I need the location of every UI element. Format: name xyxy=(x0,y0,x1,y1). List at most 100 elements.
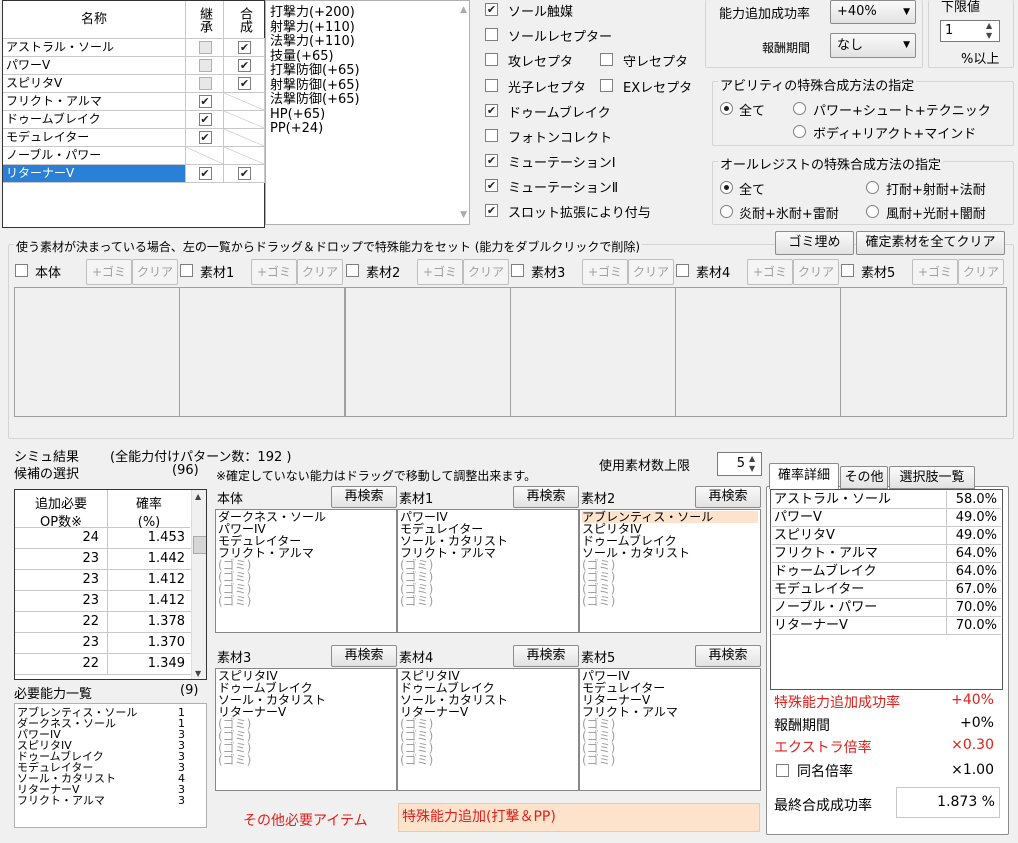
inherit-cell[interactable]: ✔ xyxy=(186,111,224,129)
detail-name[interactable]: リターナーV xyxy=(772,617,947,635)
inherit-checkbox[interactable]: ✔ xyxy=(198,95,212,108)
def-receptor-checkbox[interactable] xyxy=(600,53,613,66)
detail-tab[interactable]: その他 xyxy=(840,466,888,489)
detail-rate[interactable]: 70.0% xyxy=(947,599,1001,617)
clear-button[interactable]: クリア xyxy=(793,259,839,285)
inherit-cell[interactable]: ✔ xyxy=(186,93,224,111)
result-pane-list[interactable]: スピリタIV ドゥームブレイク ソール・カタリスト リターナーV (ゴミ) (ゴミ) (ゴミ… xyxy=(215,668,397,791)
synth-checkbox[interactable]: ✔ xyxy=(238,167,251,180)
inherit-checkbox[interactable] xyxy=(198,59,212,72)
scroll-up-icon[interactable]: ▲ xyxy=(460,5,467,15)
candidate-scrollbar[interactable]: ▲ ▼ xyxy=(191,490,206,679)
pane-junk-item[interactable]: (ゴミ) xyxy=(582,595,758,607)
resist-all-radio[interactable] xyxy=(720,181,733,194)
slot-checkbox[interactable] xyxy=(841,264,854,277)
ability-row-name[interactable]: フリクト・アルマ xyxy=(3,93,186,111)
ability-opt2-radio[interactable] xyxy=(793,125,806,138)
candidate-rate[interactable]: 1.412 xyxy=(108,570,191,591)
pane-junk-item[interactable]: (ゴミ) xyxy=(218,754,394,766)
detail-name[interactable]: アストラル・ソール xyxy=(772,491,947,509)
ability-row-name[interactable]: ドゥームブレイク xyxy=(3,111,186,129)
synth-checkbox[interactable]: ✔ xyxy=(238,77,251,90)
candidate-rate[interactable]: 1.442 xyxy=(108,549,191,570)
add-junk-button[interactable]: +ゴミ xyxy=(251,259,297,285)
synth-cell[interactable]: ✔ xyxy=(224,39,265,57)
ability-all-radio[interactable] xyxy=(720,102,733,115)
result-pane-list[interactable]: パワーIV モデュレイター ソール・カタリスト フリクト・アルマ (ゴミ) (ゴミ) (ゴミ… xyxy=(397,509,579,633)
clear-all-button[interactable]: 確定素材を全てクリア xyxy=(856,231,1005,255)
research-button[interactable]: 再検索 xyxy=(695,486,761,508)
ability-row-name[interactable]: モデュレイター xyxy=(3,129,186,147)
inherit-checkbox[interactable]: ✔ xyxy=(198,131,212,144)
candidate-rate[interactable]: 1.349 xyxy=(108,654,191,675)
research-button[interactable]: 再検索 xyxy=(513,645,579,667)
result-pane-list[interactable]: アブレンティス・ソール スピリタIV ドゥームブレイク ソール・カタリスト (ゴミ) (ゴ… xyxy=(579,509,761,633)
detail-rate[interactable]: 58.0% xyxy=(947,491,1001,509)
scroll-up-icon[interactable]: ▲ xyxy=(195,492,201,501)
inherit-cell[interactable]: ✔ xyxy=(186,129,224,147)
detail-name[interactable]: ノーブル・パワー xyxy=(772,599,947,617)
pane-junk-item[interactable]: (ゴミ) xyxy=(218,595,394,607)
slot-checkbox[interactable] xyxy=(15,264,28,277)
synth-cell[interactable]: ✔ xyxy=(224,75,265,93)
material-drop-area[interactable] xyxy=(179,287,345,417)
add-junk-button[interactable]: +ゴミ xyxy=(912,259,958,285)
result-pane-list[interactable]: パワーIV モデュレイター リターナーV フリクト・アルマ (ゴミ) (ゴミ) (ゴミ) (ゴ… xyxy=(579,668,761,791)
fill-junk-button[interactable]: ゴミ埋め xyxy=(775,231,854,255)
material-drop-area[interactable] xyxy=(510,287,676,417)
ability-row-name[interactable]: パワーV xyxy=(3,57,186,75)
research-button[interactable]: 再検索 xyxy=(695,645,761,667)
synth-checkbox[interactable]: ✔ xyxy=(238,41,251,54)
col-op-header[interactable]: 追加必要 OP数※ xyxy=(15,490,108,530)
slot-checkbox[interactable] xyxy=(180,264,193,277)
detail-name[interactable]: フリクト・アルマ xyxy=(772,545,947,563)
ability-row-name[interactable]: ノーブル・パワー xyxy=(3,147,186,165)
spinner-icon[interactable]: ▲ ▼ xyxy=(986,21,992,41)
detail-name[interactable]: スピリタV xyxy=(772,527,947,545)
detail-rate[interactable]: 49.0% xyxy=(947,527,1001,545)
research-button[interactable]: 再検索 xyxy=(331,645,397,667)
detail-rate[interactable]: 64.0% xyxy=(947,563,1001,581)
ex-receptor-checkbox[interactable] xyxy=(600,79,613,92)
add-junk-button[interactable]: +ゴミ xyxy=(86,259,132,285)
max-materials-input[interactable]: 5 xyxy=(717,452,762,476)
candidate-op[interactable]: 23 xyxy=(15,570,108,591)
inherit-checkbox[interactable]: ✔ xyxy=(198,167,212,180)
pane-junk-item[interactable]: (ゴミ) xyxy=(400,754,576,766)
detail-name[interactable]: パワーV xyxy=(772,509,947,527)
resist-opt1-radio[interactable] xyxy=(866,181,879,194)
scroll-thumb[interactable] xyxy=(193,536,206,554)
synth-cell[interactable]: ✔ xyxy=(224,57,265,75)
candidate-rate[interactable]: 1.370 xyxy=(108,633,191,654)
col-synth-header[interactable]: 合成 xyxy=(224,1,265,39)
candidate-op[interactable]: 23 xyxy=(15,633,108,654)
photon-receptor-checkbox[interactable] xyxy=(485,79,498,92)
candidate-op[interactable]: 23 xyxy=(15,591,108,612)
sol-receptor-checkbox[interactable] xyxy=(485,28,498,41)
col-rate-header[interactable]: 確率 (%) xyxy=(108,490,190,530)
ability-row-name[interactable]: スピリタV xyxy=(3,75,186,93)
same-name-checkbox[interactable] xyxy=(776,764,789,777)
candidate-op[interactable]: 22 xyxy=(15,612,108,633)
add-junk-button[interactable]: +ゴミ xyxy=(747,259,793,285)
photon-collect-checkbox[interactable] xyxy=(485,129,498,142)
mutation2-checkbox[interactable]: ✔ xyxy=(485,179,498,192)
boost-select[interactable]: +40% ▼ xyxy=(830,0,916,24)
research-button[interactable]: 再検索 xyxy=(331,486,397,508)
mutation1-checkbox[interactable]: ✔ xyxy=(485,154,498,167)
col-inherit-header[interactable]: 継承 xyxy=(186,1,224,39)
clear-button[interactable]: クリア xyxy=(132,259,178,285)
pane-junk-item[interactable]: (ゴミ) xyxy=(582,754,758,766)
detail-rate[interactable]: 70.0% xyxy=(947,617,1001,635)
slot-checkbox[interactable] xyxy=(346,264,359,277)
inherit-checkbox[interactable]: ✔ xyxy=(198,113,212,126)
detail-rate[interactable]: 64.0% xyxy=(947,545,1001,563)
add-junk-button[interactable]: +ゴミ xyxy=(417,259,463,285)
result-pane-list[interactable]: スピリタIV ドゥームブレイク ソール・カタリスト リターナーV (ゴミ) (ゴミ) (ゴミ… xyxy=(397,668,579,791)
candidate-rate[interactable]: 1.453 xyxy=(108,528,191,549)
detail-tab[interactable]: 選択肢一覧 xyxy=(889,466,975,489)
candidate-op[interactable]: 24 xyxy=(15,528,108,549)
inherit-checkbox[interactable] xyxy=(198,41,212,54)
candidate-rate[interactable]: 1.412 xyxy=(108,591,191,612)
clear-button[interactable]: クリア xyxy=(463,259,509,285)
